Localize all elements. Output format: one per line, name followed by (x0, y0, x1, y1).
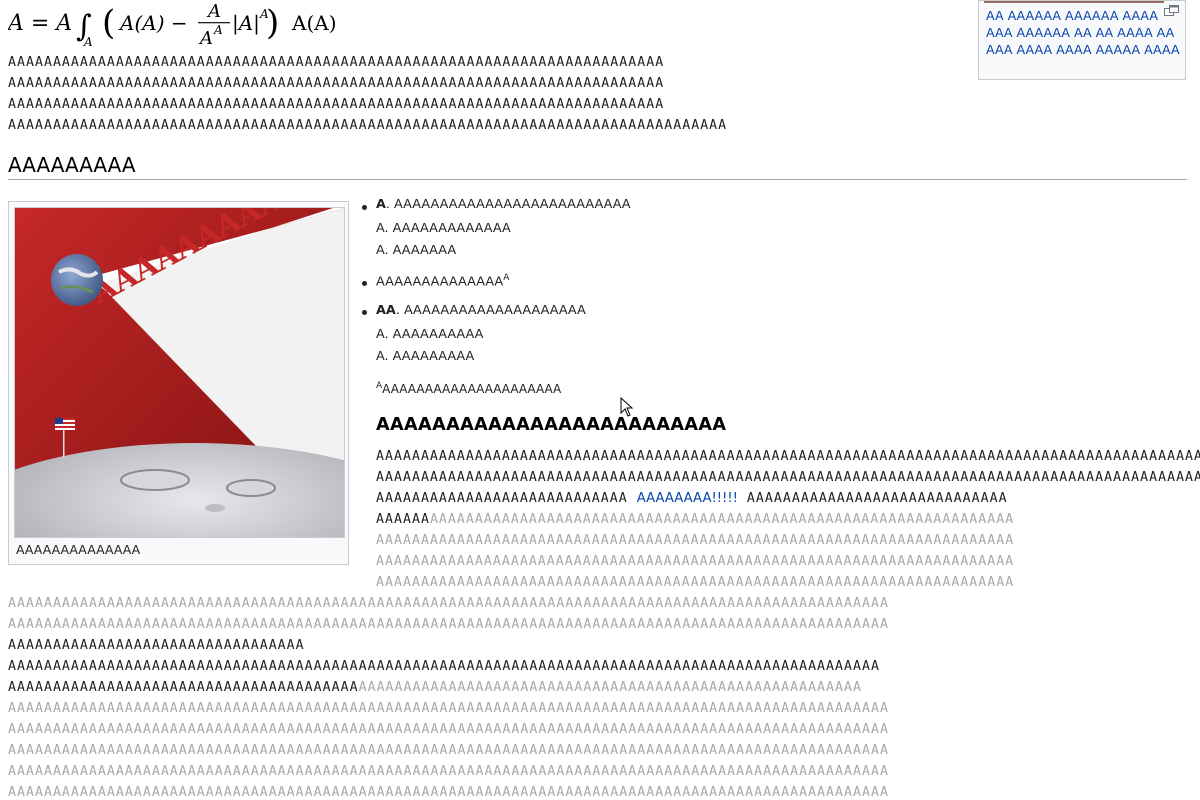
body-text: AAAAAAAAAAAAAAAAAAAAAAAAAAAA (376, 491, 628, 506)
math-formula: A = A ∫ A ( A(A) − A A A |A| A ) A(A) (8, 0, 348, 50)
formula-lhs: A = A (8, 11, 72, 36)
footnote: AAAAAAAAAAAAAAAAAAAAAA (376, 381, 561, 396)
body-line: AAAAAAAAAAAAAAAAAAAAAAAAAAAAAAAAAAAAAAAA… (8, 785, 889, 800)
formula-expr-a: A(A) − (118, 11, 188, 35)
body-line: AAAAAAAAAAAAAAAAAAAAAAAAAAAAAAAAAAAAAAAA… (376, 449, 1200, 464)
body-line: AAAAAAAAAAAAAAAAAAAAAAAAAAAAAAAAAAAAAAAA… (8, 764, 889, 779)
list-item-bold: A (376, 197, 386, 212)
list-item: A. AAAAAAAAAAAAAAAAAAAAAAAAAA (376, 197, 631, 212)
paren-close: ) (266, 3, 279, 43)
moon-illustration: AAAAAAAAAAA (15, 208, 344, 537)
thumbnail-image[interactable]: AAAAAAAAAAA (14, 207, 345, 538)
body-line: AAAAAAAAAAAAAAAAAAAAAAAAAAAAAAAAAAAAAAAA… (8, 596, 889, 611)
mouse-cursor-icon (620, 397, 634, 417)
list-subitem: A. AAAAAAAAAAAAA (376, 221, 511, 236)
intro-line: AAAAAAAAAAAAAAAAAAAAAAAAAAAAAAAAAAAAAAAA… (8, 55, 665, 70)
intro-line: AAAAAAAAAAAAAAAAAAAAAAAAAAAAAAAAAAAAAAAA… (8, 97, 665, 112)
side-navbox: AA AAAAAA AAAAAA AAAA AAA AAAAAA AA AA A… (978, 0, 1186, 80)
footnote-ref[interactable]: A (503, 273, 509, 283)
list-item: AA. AAAAAAAAAAAAAAAAAAAA (376, 303, 586, 318)
body-line: AAAAAAAAAAAAAAAAAAAAAAAAAAAAAAAAAAAAAAAA… (376, 554, 1015, 569)
footnote-text: AAAAAAAAAAAAAAAAAAAAA (382, 382, 562, 396)
bullet-marker (362, 281, 367, 286)
body-line: AAAAAAAAAAAAAAAAAAAAAAAAAAAAAAAAAAAAAAAA… (8, 680, 862, 695)
expand-icon[interactable] (1164, 5, 1180, 17)
formula-tail: A(A) (291, 11, 337, 35)
navbox-links[interactable]: AA AAAAAA AAAAAA AAAA AAA AAAAAA AA AA A… (986, 7, 1182, 58)
body-link[interactable]: AAAAAAAA!!!!! (637, 491, 738, 506)
body-text-faded: AAAAAAAAAAAAAAAAAAAAAAAAAAAAAAAAAAAAAAAA… (429, 512, 1015, 527)
paren-open: ( (102, 3, 115, 43)
list-item-text: AAAAAAAAAAAAAA (376, 274, 504, 290)
body-line: AAAAAAAAAAAAAAAAAAAAAAAAAAAAAAAAAAAAAAAA… (376, 512, 1014, 527)
abs-expr: |A| (232, 11, 260, 36)
body-text: AAAAAAAAAAAAAAAAAAAAAAAAAAAAA (746, 491, 1008, 506)
section-heading: AAAAAAAAA (8, 153, 136, 177)
list-item: AAAAAAAAAAAAAAA (376, 273, 509, 289)
body-line: AAAAAAAAAAAAAAAAAAAAAAAAAAAAAAAAAAAAAAAA… (8, 701, 889, 716)
body-line: AAAAAAAAAAAAAAAAAAAAAAAAAAAAAAAAAAAAAAAA… (8, 743, 889, 758)
heading-divider (8, 179, 1187, 180)
list-subitem: A. AAAAAAAAAA (376, 327, 484, 342)
body-line: AAAAAAAAAAAAAAAAAAAAAAAAAAAAAAAAAAAAAAAA… (8, 659, 880, 674)
intro-line: AAAAAAAAAAAAAAAAAAAAAAAAAAAAAAAAAAAAAAAA… (8, 76, 665, 91)
list-subitem: A. AAAAAAAAA (376, 349, 475, 364)
integral-subscript: A (83, 35, 93, 49)
earth-icon (51, 254, 103, 306)
body-text-faded: AAAAAAAAAAAAAAAAAAAAAAAAAAAAAAAAAAAAAAAA… (358, 680, 863, 695)
body-line: AAAAAAAAAAAAAAAAAAAAAAAAAAAAAAAAAAAAAAAA… (376, 575, 1015, 590)
body-line: AAAAAAAAAAAAAAAAAAAAAAAAAAAAAAAAAAAAAAAA… (8, 617, 889, 632)
list-item-bold: AA (376, 303, 396, 318)
thumbnail-frame: AAAAAAAAAAA AAAAAAAAAAAAAA (8, 201, 349, 565)
bullet-marker (362, 205, 367, 210)
body-line: AAAAAAAAAAAAAAAAAAAAAAAAAAAAAAAAAAAAAAAA… (8, 722, 889, 737)
body-text: AAAAAAAAAAAAAAAAAAAAAAAAAAAAAAAAAAAAAAA (8, 680, 359, 695)
body-line: AAAAAAAAAAAAAAAAAAAAAAAAAAAA AAAAAAAA!!!… (376, 491, 1008, 506)
flag-icon (55, 418, 75, 430)
body-line: AAAAAAAAAAAAAAAAAAAAAAAAAAAAAAAAAAAAAAAA… (376, 533, 1015, 548)
intro-line: AAAAAAAAAAAAAAAAAAAAAAAAAAAAAAAAAAAAAAAA… (8, 118, 728, 133)
list-subitem: A. AAAAAAA (376, 243, 457, 258)
body-line: AAAAAAAAAAAAAAAAAAAAAAAAAAAAAAAAAAAAAAAA… (376, 470, 1200, 485)
list-item-text: . AAAAAAAAAAAAAAAAAAAAAAAAAA (385, 197, 631, 212)
frac-den-sup: A (213, 23, 223, 37)
frac-denominator: A (198, 28, 213, 49)
body-line: AAAAAAAAAAAAAAAAAAAAAAAAAAAAAAAAA (8, 638, 305, 653)
subsection-heading: AAAAAAAAAAAAAAAAAAAAAAAAA (376, 415, 727, 435)
formula-svg: A = A ∫ A ( A(A) − A A A |A| A ) A(A) (8, 1, 337, 49)
thumbnail-caption: AAAAAAAAAAAAAA (16, 542, 141, 557)
list-item-text: . AAAAAAAAAAAAAAAAAAAA (395, 303, 586, 318)
bullet-marker (362, 310, 367, 315)
body-text: AAAAAA (376, 512, 430, 527)
frac-numerator: A (206, 1, 221, 22)
navbox-top-bar (984, 1, 1164, 3)
